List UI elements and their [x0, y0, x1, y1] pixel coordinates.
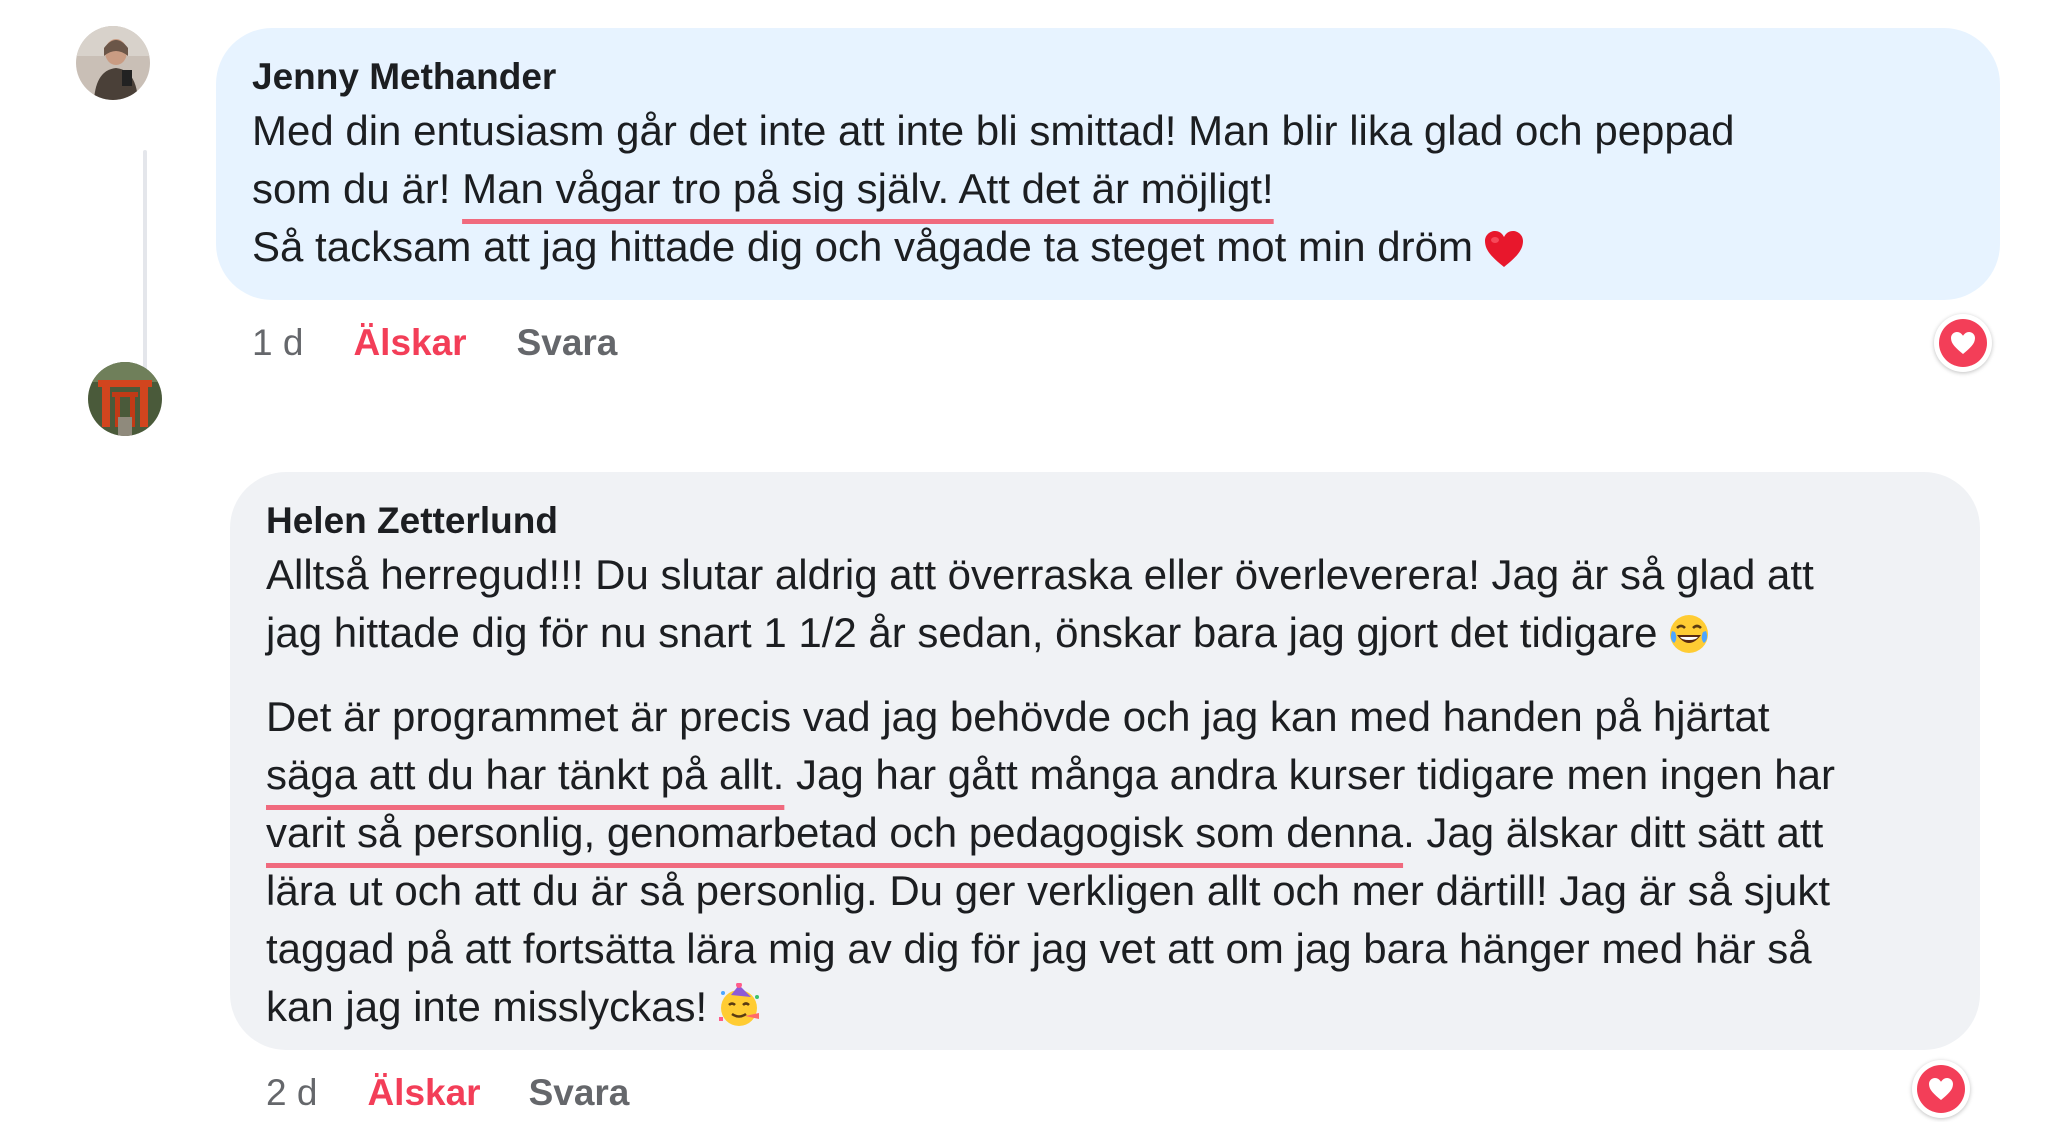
comment-line: taggad på att fortsätta lära mig av dig … [266, 920, 1942, 978]
comment-text: taggad på att fortsätta lära mig av dig … [266, 925, 1812, 972]
reply-button[interactable]: Svara [529, 1070, 630, 1116]
comment-line: jag hittade dig för nu snart 1 1/2 år se… [266, 604, 1942, 670]
comment-thread: Jenny Methander Med din entusiasm går de… [0, 0, 2048, 1122]
comment-text: Det är programmet är precis vad jag behö… [266, 693, 1770, 740]
comment-text: jag hittade dig för nu snart 1 1/2 år se… [266, 609, 1658, 656]
comment-text: Alltså herregud!!! Du slutar aldrig att … [266, 551, 1814, 598]
comment-text: som du är! [252, 165, 463, 212]
comment-line: varit så personlig, genomarbetad och ped… [266, 804, 1942, 862]
comment-actions: 2 d Älskar Svara [266, 1070, 629, 1116]
avatar[interactable] [76, 26, 150, 100]
love-reaction-icon [1939, 319, 1987, 367]
comment-timestamp[interactable]: 2 d [266, 1070, 317, 1116]
comment-text: Med din entusiasm går det inte att inte … [252, 107, 1735, 154]
laughing-tears-icon [1668, 612, 1710, 670]
avatar[interactable] [88, 362, 162, 436]
partying-face-icon [717, 982, 763, 1044]
comment-text: Jag har gått många andra kurser tidigare… [784, 751, 1835, 798]
comment-line: som du är! Man vågar tro på sig själv. A… [252, 160, 1960, 218]
comment-line: Alltså herregud!!! Du slutar aldrig att … [266, 546, 1942, 604]
comment-text: Så tacksam att jag hittade dig och vågad… [252, 223, 1473, 270]
comment-line: Så tacksam att jag hittade dig och vågad… [252, 218, 1960, 284]
love-reaction-badge[interactable] [1912, 1060, 1970, 1118]
love-reaction-badge[interactable] [1934, 314, 1992, 372]
comment-bubble: Helen Zetterlund Alltså herregud!!! Du s… [230, 472, 1980, 1050]
highlighted-text: säga att du har tänkt på allt. [266, 751, 785, 798]
comment-actions: 1 d Älskar Svara [252, 320, 617, 366]
comment-line: lära ut och att du är så personlig. Du g… [266, 862, 1942, 920]
comment-text: lära ut och att du är så personlig. Du g… [266, 867, 1831, 914]
highlighted-text: varit så personlig, genomarbetad och ped… [266, 809, 1404, 856]
comment-timestamp[interactable]: 1 d [252, 320, 303, 366]
thread-line [143, 150, 147, 390]
comment-text: . Jag älskar ditt sätt att [1403, 809, 1824, 856]
red-heart-icon [1483, 226, 1525, 284]
reply-button[interactable]: Svara [517, 320, 618, 366]
comment-author[interactable]: Helen Zetterlund [266, 496, 1942, 546]
comment-line: Det är programmet är precis vad jag behö… [266, 688, 1942, 746]
love-button[interactable]: Älskar [367, 1070, 480, 1116]
highlighted-text: Man vågar tro på sig själv. Att det är m… [462, 165, 1274, 212]
comment-text: kan jag inte misslyckas! [266, 983, 708, 1030]
comment-line: säga att du har tänkt på allt. Jag har g… [266, 746, 1942, 804]
comment-line: Med din entusiasm går det inte att inte … [252, 102, 1960, 160]
comment-line: kan jag inte misslyckas! [266, 978, 1942, 1044]
love-button[interactable]: Älskar [353, 320, 466, 366]
comment-bubble: Jenny Methander Med din entusiasm går de… [216, 28, 2000, 300]
comment-author[interactable]: Jenny Methander [252, 52, 1960, 102]
love-reaction-icon [1917, 1065, 1965, 1113]
